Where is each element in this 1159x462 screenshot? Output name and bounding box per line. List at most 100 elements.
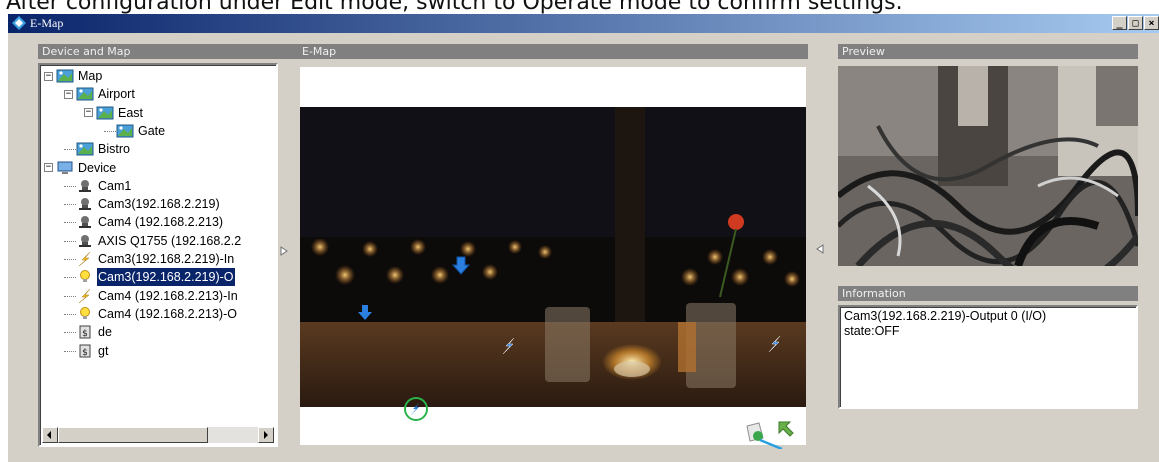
device-and-map-header: Device and Map xyxy=(38,44,300,59)
tree-item-label: Device xyxy=(78,160,117,175)
tree-item[interactable]: Cam4 (192.168.2.213)-O xyxy=(64,305,238,323)
tree-collapse-toggle[interactable]: − xyxy=(84,108,93,118)
tree-item-label: Cam3(192.168.2.219)-O xyxy=(97,268,235,287)
svg-text:$: $ xyxy=(82,348,88,358)
camera-icon xyxy=(76,214,94,230)
preview-video-image[interactable] xyxy=(838,66,1138,266)
emap-header: E-Map xyxy=(298,44,808,59)
collapse-right-arrow-icon[interactable] xyxy=(816,244,824,254)
tree-connector xyxy=(64,323,76,334)
title-bar[interactable]: E-Map _ □ × xyxy=(8,14,1159,33)
computer-icon xyxy=(56,160,74,176)
device-map-tree[interactable]: − Map − Airport − East Gate Bistro − Device Cam1 Ca… xyxy=(38,63,278,447)
map-icon xyxy=(96,105,114,121)
tree-connector xyxy=(64,140,76,151)
tree-horizontal-scrollbar[interactable] xyxy=(42,427,274,443)
tree-item[interactable]: $ gt xyxy=(64,342,109,360)
scroll-thumb[interactable] xyxy=(58,427,208,443)
tree-connector xyxy=(64,177,76,187)
camera-marker-down-icon[interactable] xyxy=(354,302,376,324)
server-icon: $ xyxy=(76,324,94,340)
emap-app-icon xyxy=(12,16,26,30)
tree-item[interactable]: Cam3(192.168.2.219)-In xyxy=(64,250,235,268)
tree-collapse-toggle[interactable]: − xyxy=(44,163,53,172)
emap-canvas[interactable] xyxy=(300,67,806,449)
scroll-left-button[interactable] xyxy=(42,427,58,443)
map-icon xyxy=(76,86,94,102)
close-button[interactable]: × xyxy=(1144,16,1159,30)
tree-collapse-toggle[interactable]: − xyxy=(64,89,73,99)
tree-connector xyxy=(64,305,76,315)
io-marker-lightning-icon[interactable] xyxy=(498,335,520,357)
tree-item[interactable]: Bistro xyxy=(64,140,131,158)
input-lightning-icon xyxy=(76,251,94,267)
go-up-icon[interactable] xyxy=(776,419,796,439)
tree-item[interactable]: AXIS Q1755 (192.168.2.2 xyxy=(64,232,242,250)
camera-icon xyxy=(76,233,94,249)
tree-item[interactable]: − East xyxy=(84,104,144,122)
preview-header: Preview xyxy=(838,44,1138,59)
output-bulb-icon xyxy=(76,306,94,322)
tree-item[interactable]: Cam1 xyxy=(64,177,132,195)
information-box: Cam3(192.168.2.219)-Output 0 (I/O) state… xyxy=(838,305,1138,409)
tree-item-label: Cam4 (192.168.2.213)-In xyxy=(98,288,238,303)
tree-connector xyxy=(104,122,116,132)
map-icon xyxy=(116,123,134,139)
tree-item[interactable]: − Map xyxy=(44,67,103,85)
tree-item-label: Map xyxy=(78,69,103,83)
tree-item[interactable]: Gate xyxy=(104,122,166,140)
pointer-line xyxy=(759,439,783,449)
restore-button[interactable]: □ xyxy=(1128,16,1143,30)
camera-icon xyxy=(76,196,94,212)
emap-background-image xyxy=(300,107,806,407)
scroll-right-button[interactable] xyxy=(258,427,274,443)
info-device-name: Cam3(192.168.2.219)-Output 0 (I/O) xyxy=(844,309,1047,323)
emap-window: E-Map _ □ × Device and Map − Map − Airport −… xyxy=(8,14,1159,462)
tree-item-label: de xyxy=(98,325,112,340)
map-icon xyxy=(76,141,94,157)
server-icon: $ xyxy=(76,343,94,359)
info-device-state: state:OFF xyxy=(844,324,900,338)
tree-item-label: Cam3(192.168.2.219)-In xyxy=(98,252,235,266)
input-lightning-icon xyxy=(76,288,94,304)
tree-item-label: AXIS Q1755 (192.168.2.2 xyxy=(98,233,242,248)
tree-item-label: Airport xyxy=(98,87,135,102)
output-bulb-icon xyxy=(76,269,94,285)
tree-connector xyxy=(64,268,76,279)
tree-item[interactable]: − Airport xyxy=(64,85,136,103)
tree-item[interactable]: Cam3(192.168.2.219)-O xyxy=(64,268,235,287)
tree-item-label: Cam3(192.168.2.219) xyxy=(98,197,220,212)
tree-item[interactable]: Cam4 (192.168.2.213)-In xyxy=(64,287,239,305)
tree-item[interactable]: Cam4 (192.168.2.213) xyxy=(64,213,224,231)
tree-connector xyxy=(64,250,76,260)
collapse-left-arrow-icon[interactable] xyxy=(280,246,288,256)
tree-item-label: Gate xyxy=(138,123,166,138)
camera-icon xyxy=(76,178,94,194)
map-icon xyxy=(56,68,74,84)
selected-output-marker-icon[interactable] xyxy=(402,395,430,423)
document-caption: After configuration under Edit mode, swi… xyxy=(6,0,903,15)
minimize-button[interactable]: _ xyxy=(1112,16,1127,30)
svg-text:$: $ xyxy=(82,329,88,339)
arrow-left-icon xyxy=(47,431,51,439)
tree-connector xyxy=(64,213,76,224)
tree-item-label: Cam4 (192.168.2.213) xyxy=(98,215,224,230)
tree-item-label: Bistro xyxy=(98,142,130,157)
tree-item[interactable]: − Device xyxy=(44,159,117,177)
tree-connector xyxy=(64,342,76,352)
tree-connector xyxy=(64,287,76,297)
window-title: E-Map xyxy=(30,16,64,30)
information-header: Information xyxy=(838,286,1138,301)
tree-item[interactable]: $ de xyxy=(64,323,113,341)
tree-item-label: gt xyxy=(98,343,109,358)
tree-connector xyxy=(64,195,76,206)
tree-item-label: Cam1 xyxy=(98,178,132,193)
tree-item-label: East xyxy=(118,105,144,120)
io-marker-lightning-icon[interactable] xyxy=(764,333,786,355)
tree-item[interactable]: Cam3(192.168.2.219) xyxy=(64,195,221,213)
tree-connector xyxy=(64,232,76,242)
tree-item-label: Cam4 (192.168.2.213)-O xyxy=(98,306,237,321)
arrow-right-icon xyxy=(264,431,268,439)
tree-collapse-toggle[interactable]: − xyxy=(44,71,53,81)
camera-marker-down-icon[interactable] xyxy=(450,255,472,277)
